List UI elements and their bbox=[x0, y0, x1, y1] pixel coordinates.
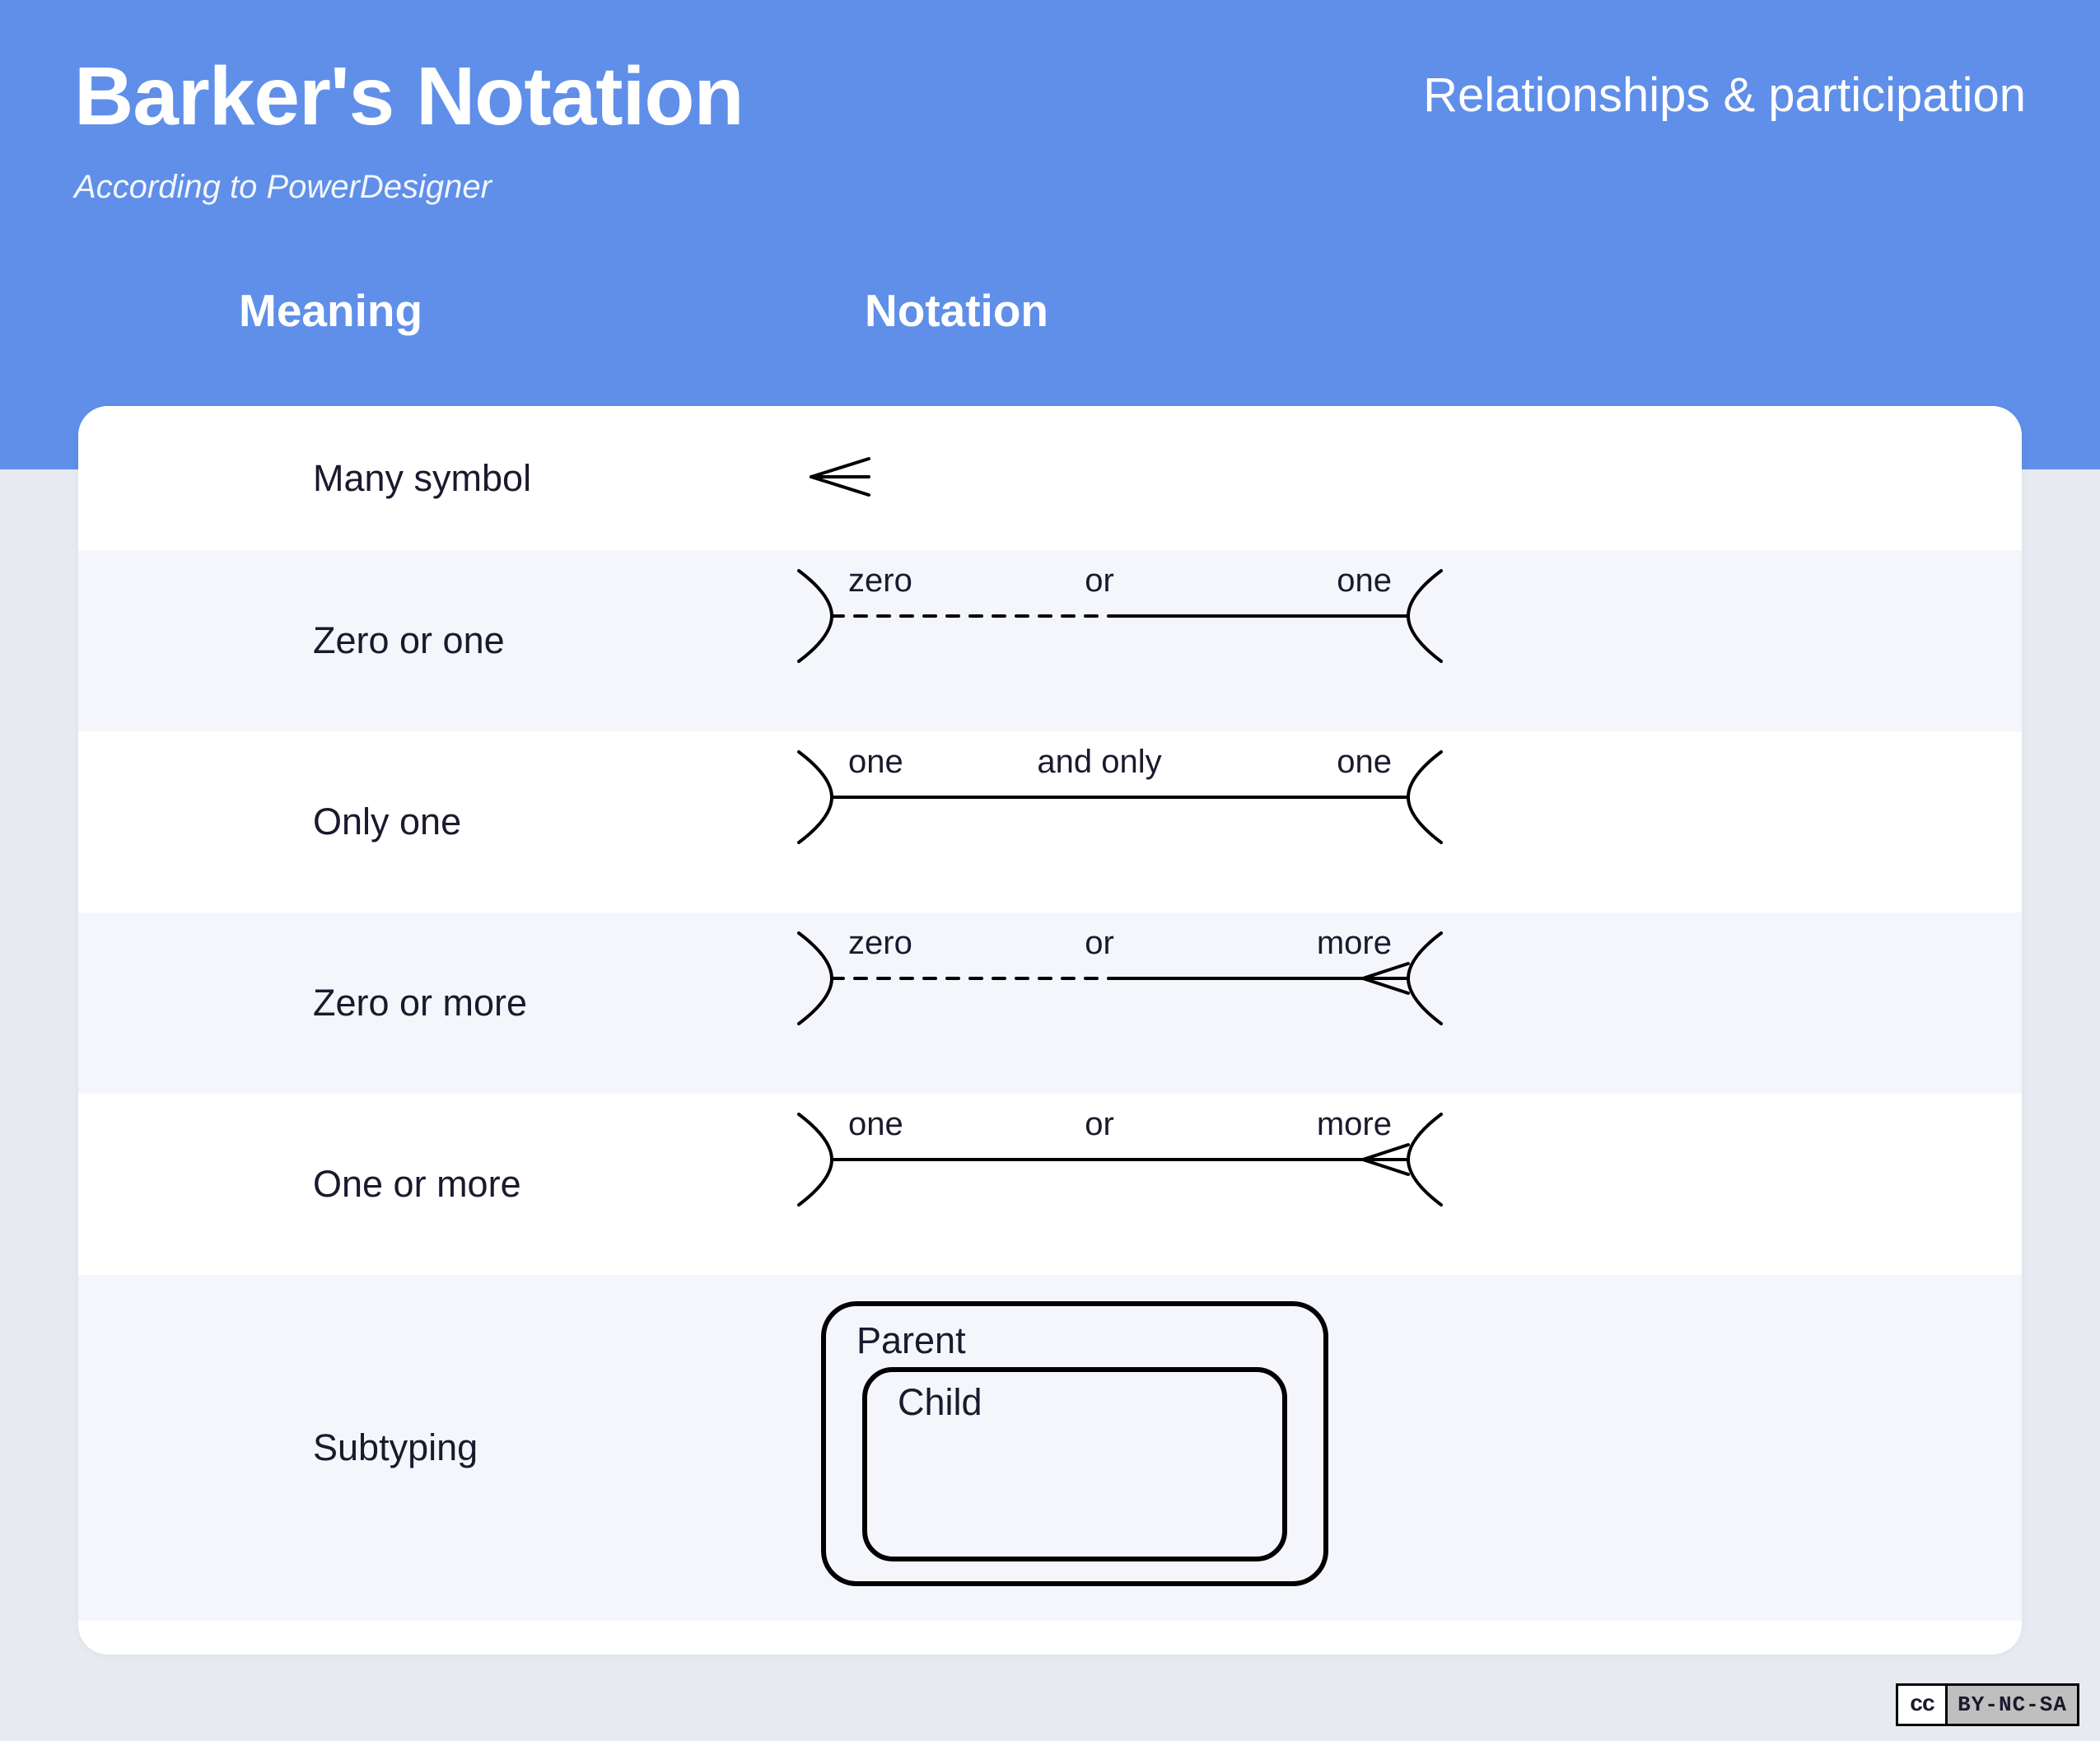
relation-diagram: zero or one bbox=[786, 550, 1495, 731]
table-row: Zero or more zero or more bbox=[78, 913, 2022, 1094]
license-badge: cc BY-NC-SA bbox=[1896, 1683, 2079, 1726]
column-header-notation: Notation bbox=[865, 284, 1048, 337]
notation-table: Many symbol Zero or one bbox=[78, 406, 2022, 1655]
table-row: Subtyping Parent Child bbox=[78, 1275, 2022, 1621]
relation-label: one bbox=[1337, 744, 1392, 780]
relation-label: or bbox=[1085, 562, 1114, 599]
meaning-label: Zero or more bbox=[78, 982, 786, 1025]
column-header-meaning: Meaning bbox=[239, 284, 865, 337]
page-subtitle: According to PowerDesigner bbox=[74, 169, 744, 206]
page-title: Barker's Notation bbox=[74, 49, 744, 144]
child-label: Child bbox=[898, 1381, 982, 1423]
relation-label: one bbox=[1337, 562, 1392, 599]
header: Barker's Notation According to PowerDesi… bbox=[0, 0, 2100, 469]
page: Barker's Notation According to PowerDesi… bbox=[0, 0, 2100, 1741]
notation-cell-many-symbol bbox=[786, 406, 2022, 550]
relation-label: and only bbox=[1037, 744, 1161, 780]
relation-label: or bbox=[1085, 1106, 1114, 1142]
relation-diagram: zero or more bbox=[786, 913, 1495, 1094]
notation-cell-subtyping: Parent Child bbox=[786, 1275, 2022, 1621]
notation-cell-one-or-more: one or more bbox=[786, 1094, 2022, 1275]
notation-cell-only-one: one and only one bbox=[786, 731, 2022, 913]
section-title: Relationships & participation bbox=[1423, 68, 2026, 123]
meaning-label: Only one bbox=[78, 800, 786, 843]
relation-label: or bbox=[1085, 925, 1114, 961]
meaning-label: One or more bbox=[78, 1163, 786, 1206]
relation-label: more bbox=[1317, 1106, 1392, 1142]
relation-label: more bbox=[1317, 925, 1392, 961]
relation-label: zero bbox=[848, 562, 912, 599]
notation-cell-zero-or-more: zero or more bbox=[786, 913, 2022, 1094]
table-row: Only one one and only one bbox=[78, 731, 2022, 913]
crowfoot-icon bbox=[803, 444, 902, 510]
relation-label: zero bbox=[848, 925, 912, 961]
table-row: Many symbol bbox=[78, 406, 2022, 550]
license-text: BY-NC-SA bbox=[1948, 1692, 2077, 1717]
table-row: One or more one or more bbox=[78, 1094, 2022, 1275]
column-headers: Meaning Notation bbox=[74, 284, 2026, 337]
cc-logo-text: cc bbox=[1910, 1692, 1934, 1718]
relation-diagram: one or more bbox=[786, 1094, 1495, 1275]
relation-diagram: one and only one bbox=[786, 731, 1495, 913]
meaning-label: Zero or one bbox=[78, 619, 786, 662]
relation-label: one bbox=[848, 744, 903, 780]
meaning-label: Many symbol bbox=[78, 457, 786, 500]
parent-label: Parent bbox=[856, 1319, 966, 1361]
subtyping-diagram: Parent Child bbox=[786, 1275, 1363, 1604]
relation-label: one bbox=[848, 1106, 903, 1142]
notation-cell-zero-or-one: zero or one bbox=[786, 550, 2022, 731]
meaning-label: Subtyping bbox=[78, 1426, 786, 1469]
cc-logo-icon: cc bbox=[1898, 1686, 1948, 1724]
title-row: Barker's Notation According to PowerDesi… bbox=[74, 49, 2026, 206]
table-row: Zero or one zero or one bbox=[78, 550, 2022, 731]
